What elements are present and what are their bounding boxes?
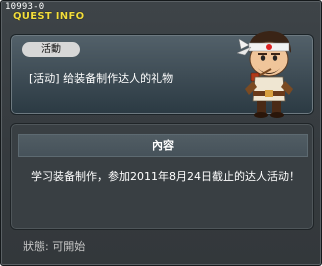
- content-header: 內容: [18, 134, 308, 157]
- quest-status: 狀態: 可開始: [23, 240, 86, 253]
- quest-info-window: 10993-0 QUEST INFO 活動 [活动] 给装备制作达人的礼物 內容…: [0, 0, 322, 266]
- category-tag: 活動: [22, 42, 80, 57]
- quest-summary-panel: 活動 [活动] 给装备制作达人的礼物: [10, 31, 314, 118]
- content-description: 学习装备制作，参加2011年8月24日截止的达人活动！: [31, 170, 300, 183]
- window-title: QUEST INFO: [13, 11, 85, 22]
- quest-name: [活动] 给装备制作达人的礼物: [29, 72, 174, 85]
- quest-content-panel: 內容 学习装备制作，参加2011年8月24日截止的达人活动！: [10, 123, 314, 230]
- npc-character-icon: [236, 31, 293, 118]
